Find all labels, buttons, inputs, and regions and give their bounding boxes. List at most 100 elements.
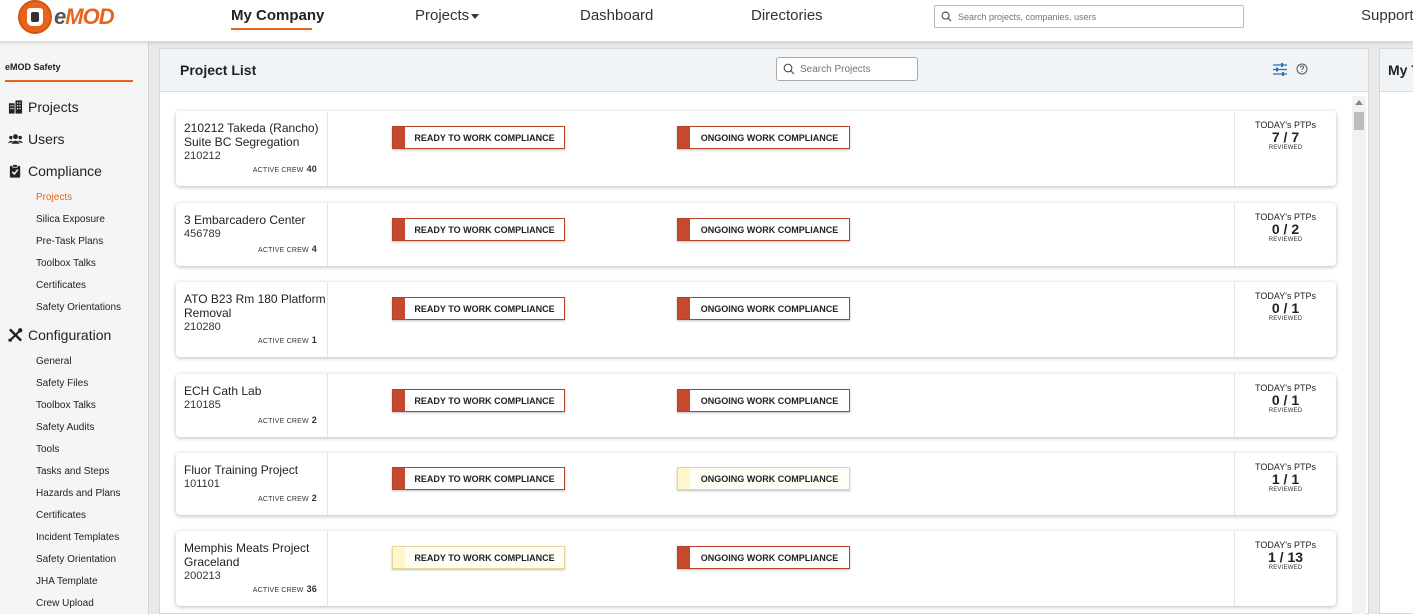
ready-to-work-compliance-badge[interactable]: READY TO WORK COMPLIANCE: [392, 546, 565, 569]
sidebar-sub-crew-upload[interactable]: Crew Upload: [36, 598, 94, 609]
project-name: Fluor Training Project: [184, 463, 299, 477]
sidebar-sub-silica-exposure[interactable]: Silica Exposure: [36, 214, 105, 225]
project-card[interactable]: 210212 Takeda (Rancho) Suite BC Segregat…: [176, 111, 1336, 186]
sidebar-sub-config-certificates[interactable]: Certificates: [36, 510, 86, 521]
logo-name: MOD: [65, 4, 114, 29]
ongoing-work-compliance-badge[interactable]: ONGOING WORK COMPLIANCE: [677, 467, 850, 490]
ongoing-work-compliance-badge[interactable]: ONGOING WORK COMPLIANCE: [677, 389, 850, 412]
active-crew-count: 1: [311, 335, 317, 345]
sidebar-item-configuration[interactable]: Configuration: [8, 327, 111, 343]
sidebar-sub-safety-files[interactable]: Safety Files: [36, 378, 88, 389]
nav-dashboard[interactable]: Dashboard: [580, 7, 653, 24]
project-number: 456789: [184, 228, 221, 240]
ready-to-work-compliance-badge[interactable]: READY TO WORK COMPLIANCE: [392, 297, 565, 320]
active-crew-count: 2: [311, 493, 317, 503]
active-crew-count: 4: [311, 244, 317, 254]
project-card[interactable]: ATO B23 Rm 180 Platform Removal 210280 AC…: [176, 282, 1336, 357]
sidebar-item-compliance[interactable]: Compliance: [8, 163, 102, 179]
sidebar-sub-incident-templates[interactable]: Incident Templates: [36, 532, 119, 543]
global-search-box[interactable]: [934, 5, 1244, 28]
sidebar-sub-pre-task-plans[interactable]: Pre-Task Plans: [36, 236, 103, 247]
active-crew-label: ACTIVE CREW: [252, 587, 304, 594]
sidebar-sub-compliance-projects[interactable]: Projects: [36, 192, 72, 203]
filter-sliders-icon[interactable]: [1273, 63, 1287, 76]
ongoing-work-compliance-badge[interactable]: ONGOING WORK COMPLIANCE: [677, 218, 850, 241]
scroll-thumb[interactable]: [1354, 112, 1364, 130]
ready-to-work-compliance-badge[interactable]: READY TO WORK COMPLIANCE: [392, 389, 565, 412]
sidebar-sub-jha-template[interactable]: JHA Template: [36, 576, 98, 587]
active-crew-count: 2: [311, 415, 317, 425]
building-icon: [8, 100, 23, 114]
project-card[interactable]: ECH Cath Lab 210185 ACTIVE CREW 2 READY TO…: [176, 374, 1336, 437]
sidebar-sub-hazards-and-plans[interactable]: Hazards and Plans: [36, 488, 121, 499]
sidebar-sub-toolbox-talks[interactable]: Toolbox Talks: [36, 258, 96, 269]
project-number: 200213: [184, 570, 221, 582]
project-name: Memphis Meats Project Graceland: [184, 541, 310, 569]
ongoing-work-compliance-badge[interactable]: ONGOING WORK COMPLIANCE: [677, 546, 850, 569]
ongoing-work-compliance-badge[interactable]: ONGOING WORK COMPLIANCE: [677, 297, 850, 320]
sidebar-item-configuration-label: Configuration: [28, 327, 112, 343]
sidebar-item-projects[interactable]: Projects: [8, 99, 79, 115]
project-number: 210185: [184, 399, 221, 411]
ptp-count: 0 / 1: [1271, 392, 1300, 408]
project-card[interactable]: 3 Embarcadero Center 456789 ACTIVE CREW 4 …: [176, 203, 1336, 266]
ready-to-work-compliance-badge[interactable]: READY TO WORK COMPLIANCE: [392, 467, 565, 490]
project-number: 210280: [184, 321, 221, 333]
tools-icon: [8, 328, 23, 342]
help-icon[interactable]: [1296, 63, 1308, 75]
ready-to-work-compliance-badge[interactable]: READY TO WORK COMPLIANCE: [392, 126, 565, 149]
project-search-box[interactable]: [776, 57, 918, 81]
sidebar-sub-safety-orientations[interactable]: Safety Orientations: [36, 302, 121, 313]
search-icon: [783, 63, 795, 75]
project-name: ECH Cath Lab: [184, 384, 262, 398]
todays-ptps: TODAY's PTPs 0 / 1 REVIEWED: [1234, 374, 1336, 437]
users-icon: [8, 134, 23, 144]
sidebar-sub-certificates[interactable]: Certificates: [36, 280, 86, 291]
ongoing-work-compliance-badge[interactable]: ONGOING WORK COMPLIANCE: [677, 126, 850, 149]
emod-logo[interactable]: eMOD: [18, 0, 115, 34]
right-panel: My T: [1379, 48, 1413, 614]
project-card[interactable]: Memphis Meats Project Graceland 200213 AC…: [176, 531, 1336, 606]
sidebar-item-projects-label: Projects: [28, 99, 79, 115]
nav-active-underline: [231, 28, 312, 30]
sidebar-sub-general[interactable]: General: [36, 356, 72, 367]
active-crew-label: ACTIVE CREW: [257, 247, 309, 254]
project-search-input[interactable]: [800, 63, 910, 75]
todays-ptps: TODAY's PTPs 7 / 7 REVIEWED: [1234, 111, 1336, 186]
emod-logo-icon: [18, 0, 52, 34]
nav-my-company[interactable]: My Company: [231, 7, 324, 24]
nav-projects-dropdown[interactable]: Projects: [415, 7, 480, 24]
todays-ptps: TODAY's PTPs 1 / 1 REVIEWED: [1234, 453, 1336, 515]
active-crew-count: 40: [306, 164, 317, 174]
ptp-count: 0 / 1: [1271, 300, 1300, 316]
sidebar-sub-safety-audits[interactable]: Safety Audits: [36, 422, 94, 433]
todays-ptps: TODAY's PTPs 0 / 1 REVIEWED: [1234, 282, 1336, 357]
scroll-up-arrow-icon[interactable]: [1355, 100, 1363, 105]
ready-to-work-compliance-badge[interactable]: READY TO WORK COMPLIANCE: [392, 218, 565, 241]
project-name: 3 Embarcadero Center: [184, 213, 306, 227]
nav-support[interactable]: Support: [1361, 7, 1413, 24]
active-crew-label: ACTIVE CREW: [257, 496, 309, 503]
active-crew-label: ACTIVE CREW: [257, 338, 309, 345]
search-icon: [941, 11, 952, 22]
ptp-count: 1 / 1: [1271, 471, 1300, 487]
sidebar-sub-safety-orientation[interactable]: Safety Orientation: [36, 554, 116, 565]
top-nav: eMOD My Company Projects Dashboard Direc…: [0, 0, 1413, 42]
sidebar-item-users-label: Users: [28, 131, 65, 147]
project-name: ATO B23 Rm 180 Platform Removal: [184, 292, 326, 320]
todays-ptps: TODAY's PTPs 1 / 13 REVIEWED: [1234, 531, 1336, 606]
ptp-count: 0 / 2: [1271, 221, 1300, 237]
active-crew-label: ACTIVE CREW: [257, 418, 309, 425]
sidebar-sub-config-toolbox-talks[interactable]: Toolbox Talks: [36, 400, 96, 411]
right-panel-title: My T: [1388, 62, 1413, 78]
global-search-input[interactable]: [958, 11, 1228, 22]
sidebar-sub-tasks-and-steps[interactable]: Tasks and Steps: [36, 466, 109, 477]
clipboard-check-icon: [9, 164, 21, 178]
sidebar-item-users[interactable]: Users: [8, 131, 65, 147]
active-crew-count: 36: [306, 584, 317, 594]
project-list-scrollbar[interactable]: [1352, 96, 1366, 614]
caret-down-icon: [471, 13, 480, 19]
nav-directories[interactable]: Directories: [751, 7, 823, 24]
project-card[interactable]: Fluor Training Project 101101 ACTIVE CREW…: [176, 453, 1336, 515]
sidebar-sub-tools[interactable]: Tools: [36, 444, 59, 455]
